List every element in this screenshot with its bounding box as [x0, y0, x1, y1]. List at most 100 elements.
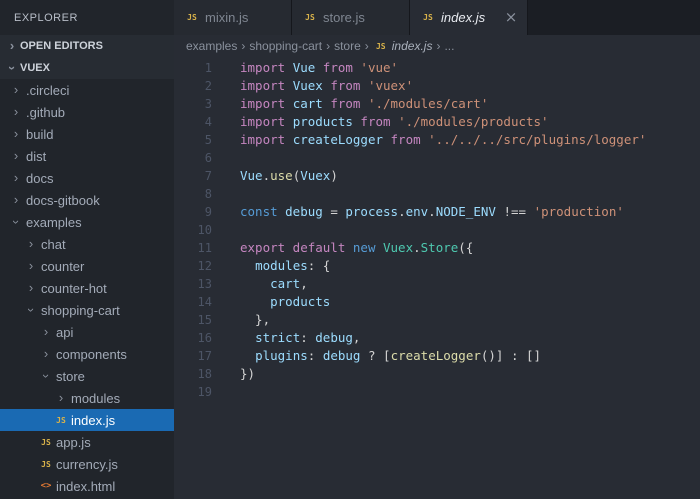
tree-item-label: .circleci — [26, 82, 70, 98]
breadcrumb-item-more[interactable]: ... — [444, 39, 454, 53]
code-text: const debug = process.env.NODE_ENV !== '… — [240, 203, 624, 221]
tree-item-label: store — [56, 368, 85, 384]
tree-item-app-js[interactable]: JS app.js — [0, 431, 174, 453]
tree-item-currency-js[interactable]: JS currency.js — [0, 453, 174, 475]
code-line: 15 }, — [174, 311, 700, 329]
code-token: createLogger — [390, 348, 481, 363]
tree-item-chat[interactable]: › chat — [0, 233, 174, 255]
tree-item-docs-gitbook[interactable]: › docs-gitbook — [0, 189, 174, 211]
code-token: . — [413, 240, 421, 255]
tree-item-circleci[interactable]: › .circleci — [0, 79, 174, 101]
code-text: import Vuex from 'vuex' — [240, 77, 413, 95]
code-token: const — [240, 204, 286, 219]
js-file-icon: JS — [305, 13, 315, 22]
chevron-right-icon: › — [28, 236, 34, 251]
code-line: 3 import cart from './modules/cart' — [174, 95, 700, 113]
chevron-right-icon: › — [43, 346, 49, 361]
code-line: 5 import createLogger from '../../../src/… — [174, 131, 700, 149]
code-token: = — [322, 204, 346, 219]
js-file-icon: JS — [423, 13, 433, 22]
tree-item-index-html[interactable]: <> index.html — [0, 475, 174, 497]
tree-item-api[interactable]: › api — [0, 321, 174, 343]
code-token: !== — [495, 204, 534, 219]
section-vuex[interactable]: › VUEX — [0, 57, 174, 79]
html-file-icon: <> — [40, 481, 52, 491]
line-number: 17 — [197, 349, 212, 363]
tree-item-store[interactable]: › store — [0, 365, 174, 387]
tab-bar: JS mixin.js JS store.js JS index.js × — [174, 0, 700, 35]
chevron-right-icon: › — [13, 192, 19, 207]
code-text: import createLogger from '../../../src/p… — [240, 131, 646, 149]
tree-item-label: shopping-cart — [41, 302, 120, 318]
tree-item-label: currency.js — [56, 456, 118, 472]
tree-item-docs[interactable]: › docs — [0, 167, 174, 189]
code-line: 4 import products from './modules/product… — [174, 113, 700, 131]
line-number: 16 — [197, 331, 212, 345]
code-token: cart — [292, 96, 323, 111]
code-token: Vuex — [292, 78, 323, 93]
code-line: 18}) — [174, 365, 700, 383]
line-number: 15 — [197, 313, 212, 327]
chevron-right-icon: › — [13, 170, 19, 185]
breadcrumb-item-shopping-cart[interactable]: shopping-cart — [249, 39, 322, 53]
section-open-editors[interactable]: › OPEN EDITORS — [0, 35, 174, 57]
code-token: . — [428, 204, 436, 219]
code-token: 'vuex' — [367, 78, 414, 93]
code-token: export default — [240, 240, 353, 255]
tree-item-label: build — [26, 126, 54, 142]
chevron-right-icon: › — [28, 258, 34, 273]
code-editor[interactable]: 1 import Vue from 'vue' 2 import Vuex from … — [174, 57, 700, 499]
breadcrumb-label: examples — [186, 39, 238, 53]
code-token: process — [345, 204, 399, 219]
code-token: import — [240, 114, 293, 129]
tab-label: store.js — [323, 10, 365, 25]
code-token: ()] : [] — [480, 348, 542, 363]
tab-mixin-js[interactable]: JS mixin.js — [174, 0, 292, 35]
code-token: Vue — [292, 60, 316, 75]
tab-store-js[interactable]: JS store.js — [292, 0, 410, 35]
tree-item-counter-hot[interactable]: › counter-hot — [0, 277, 174, 299]
tree-item-label: chat — [41, 236, 66, 252]
code-token: './modules/cart' — [367, 96, 489, 111]
vscode-window: EXPLORER › OPEN EDITORS › VUEX › .circleci ›.… — [0, 0, 700, 499]
tree-item-label: counter — [41, 258, 85, 274]
code-text: modules: { — [240, 257, 330, 275]
tree-item-index-js[interactable]: JS index.js — [0, 409, 174, 431]
tree-item-build[interactable]: › build — [0, 123, 174, 145]
tree-item-label: examples — [26, 214, 82, 230]
code-token: ) — [330, 168, 338, 183]
breadcrumb-item-examples[interactable]: examples — [186, 39, 237, 53]
tab-label: mixin.js — [205, 10, 249, 25]
code-token: . — [398, 204, 406, 219]
editor-area: JS mixin.js JS store.js JS index.js × examples… — [174, 0, 700, 499]
code-token: from — [383, 132, 429, 147]
code-text: import Vue from 'vue' — [240, 59, 398, 77]
tree-item-github[interactable]: › .github — [0, 101, 174, 123]
tree-item-counter[interactable]: › counter — [0, 255, 174, 277]
line-number: 4 — [204, 115, 212, 129]
code-token: from — [352, 114, 399, 129]
code-token: '../../../src/plugins/logger' — [428, 132, 647, 147]
chevron-right-icon: › — [9, 38, 15, 53]
tree-item-shopping-cart[interactable]: › shopping-cart — [0, 299, 174, 321]
code-line: 12 modules: { — [174, 257, 700, 275]
code-token: NODE_ENV — [435, 204, 496, 219]
tree-item-dist[interactable]: › dist — [0, 145, 174, 167]
code-line: 16 strict: debug, — [174, 329, 700, 347]
breadcrumb-item-index-js[interactable]: JS index.js — [373, 39, 433, 53]
tab-index-js[interactable]: JS index.js × — [410, 0, 528, 35]
code-token: debug — [315, 330, 353, 345]
tree-item-modules[interactable]: › modules — [0, 387, 174, 409]
code-token: products — [270, 294, 331, 309]
close-icon[interactable]: × — [503, 10, 519, 25]
tree-item-examples[interactable]: › examples — [0, 211, 174, 233]
chevron-right-icon: › — [241, 39, 246, 53]
breadcrumb-item-store[interactable]: store — [334, 39, 361, 53]
code-text: import cart from './modules/cart' — [240, 95, 488, 113]
code-token: cart — [270, 276, 301, 291]
tree-item-components[interactable]: › components — [0, 343, 174, 365]
